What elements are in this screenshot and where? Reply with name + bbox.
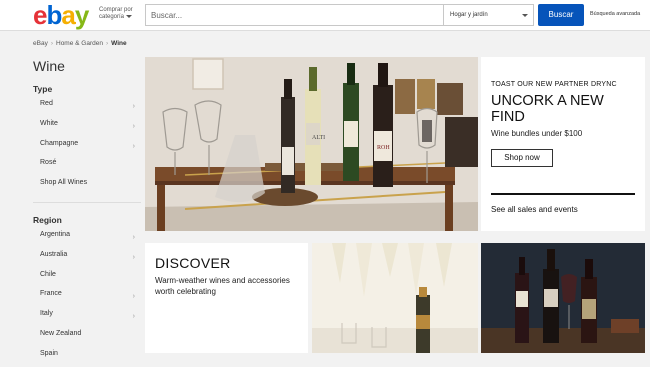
search-button[interactable]: Buscar <box>538 4 584 26</box>
discover-card[interactable]: DISCOVER Warm-weather wines and accessor… <box>145 243 308 353</box>
promo-kicker: TOAST OUR NEW PARTNER DRYNC <box>491 81 617 88</box>
chevron-down-icon <box>126 14 133 18</box>
champagne-image[interactable] <box>312 243 478 353</box>
region-heading: Region <box>33 214 62 225</box>
type-heading: Type <box>33 84 53 94</box>
promo-subtitle: Wine bundles under $100 <box>491 129 583 138</box>
see-all-sales-link[interactable]: See all sales and events <box>491 205 578 214</box>
champagne-illustration <box>312 243 478 353</box>
chevron-right-icon: › <box>50 40 53 47</box>
sidebar-item-italy[interactable]: Italy › <box>33 307 141 327</box>
chevron-right-icon: › <box>132 142 135 150</box>
wine-label-text-b: ROH <box>377 145 390 151</box>
breadcrumb-current: Wine <box>111 40 127 47</box>
wine-bottles-image[interactable] <box>481 243 645 353</box>
chevron-right-icon: › <box>132 313 135 321</box>
bar-cart-illustration: ALTI ROH <box>145 57 478 231</box>
chevron-right-icon: › <box>132 253 135 261</box>
hero-image[interactable]: ALTI ROH <box>145 57 478 231</box>
chevron-right-icon: › <box>105 40 109 47</box>
sidebar-item-france[interactable]: France › <box>33 287 141 307</box>
shop-by-category-button[interactable]: Comprar por categoría <box>99 7 133 21</box>
sidebar-item-shop-all-wines[interactable]: Shop All Wines <box>33 176 141 196</box>
search-bar: Hogar y jardín <box>145 4 534 26</box>
search-input[interactable] <box>146 5 443 25</box>
sidebar-item-rose[interactable]: Rosé <box>33 156 141 176</box>
breadcrumb-item-home-garden[interactable]: Home & Garden <box>56 40 103 47</box>
chevron-down-icon <box>522 14 528 17</box>
chevron-right-icon: › <box>132 103 135 110</box>
sidebar-item-argentina[interactable]: Argentina › <box>33 228 141 248</box>
promo-title: UNCORK A NEW FIND <box>491 93 604 125</box>
chevron-right-icon: › <box>132 233 135 241</box>
sidebar-item-white[interactable]: White › <box>33 117 141 137</box>
sidebar: Wine Type Red › White › Champagne › Rosé Sh… <box>33 57 141 367</box>
sidebar-item-australia[interactable]: Australia › <box>33 248 141 268</box>
sidebar-item-chile[interactable]: Chile <box>33 268 141 288</box>
discover-title: DISCOVER <box>155 255 231 271</box>
wine-bottles-illustration <box>481 243 645 353</box>
shop-now-button[interactable]: Shop now <box>491 149 553 167</box>
divider <box>33 201 141 203</box>
promo-card: TOAST OUR NEW PARTNER DRYNC UNCORK A NEW… <box>481 57 645 231</box>
sidebar-item-champagne[interactable]: Champagne › <box>33 137 141 157</box>
advanced-search-link[interactable]: Búsqueda avanzada <box>590 11 640 17</box>
sidebar-item-new-zealand[interactable]: New Zealand <box>33 327 141 347</box>
divider <box>491 193 635 195</box>
sidebar-item-red[interactable]: Red › <box>33 97 141 117</box>
chevron-right-icon: › <box>132 122 135 130</box>
breadcrumb-item-ebay[interactable]: eBay <box>33 40 48 47</box>
wine-label-text-a: ALTI <box>312 135 325 141</box>
chevron-right-icon: › <box>132 293 135 301</box>
discover-subtitle: Warm-weather wines and accessories worth… <box>155 276 290 296</box>
category-select[interactable]: Hogar y jardín <box>443 5 533 25</box>
ebay-logo[interactable]: ebay <box>33 1 89 29</box>
breadcrumb: eBay › Home & Garden › Wine <box>33 40 127 47</box>
global-header: ebay Comprar por categoría Hogar y jardí… <box>0 0 650 31</box>
page-title: Wine <box>33 58 65 74</box>
